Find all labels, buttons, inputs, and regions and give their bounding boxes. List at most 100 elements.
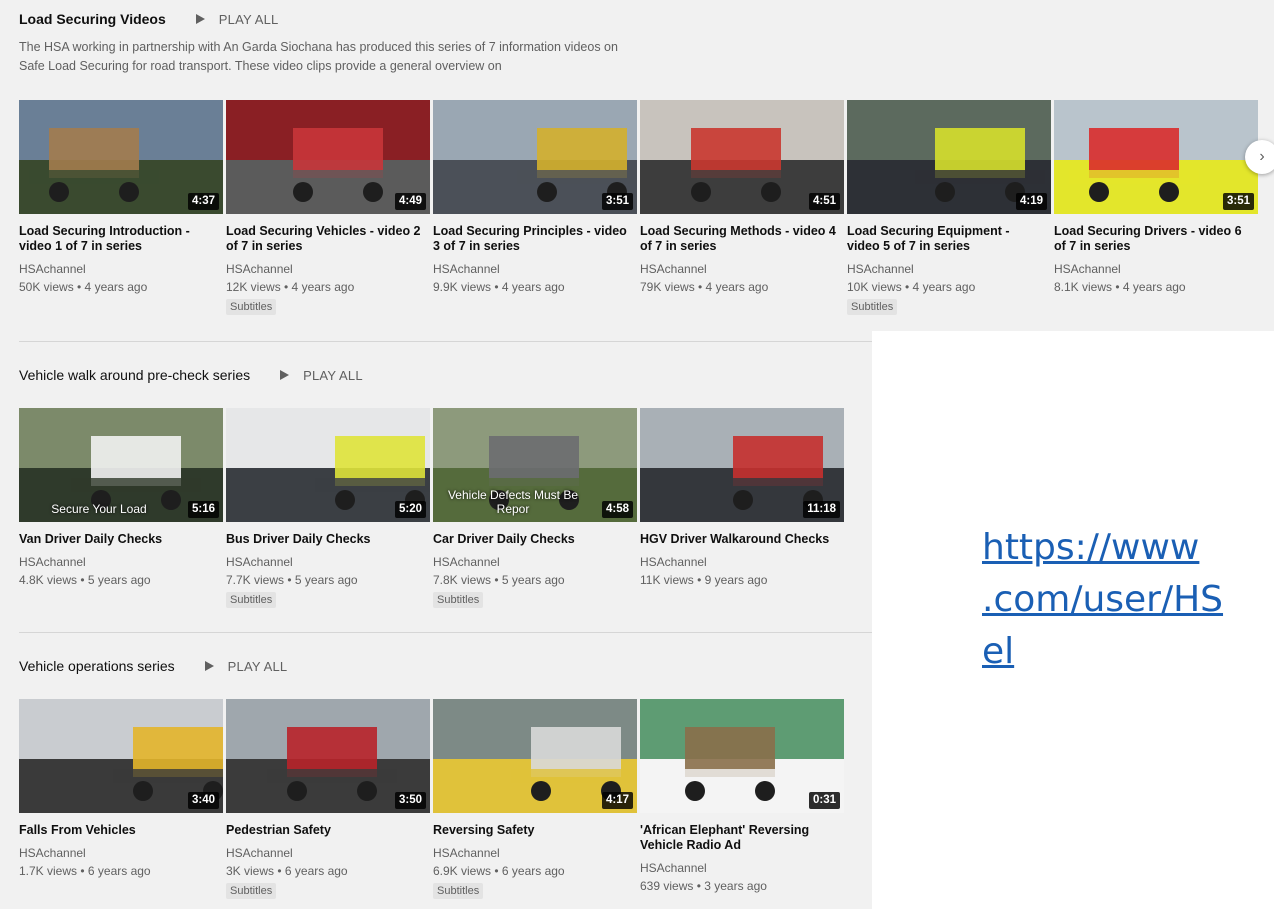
- duration-badge: 4:49: [394, 193, 426, 210]
- video-title[interactable]: Van Driver Daily Checks: [19, 532, 215, 547]
- video-card[interactable]: 0:31 'African Elephant' Reversing Vehicle…: [640, 699, 844, 899]
- video-meta: 8.1K views • 4 years ago: [1054, 280, 1186, 294]
- video-card[interactable]: 3:51 Load Securing Principles - video 3 o…: [433, 100, 637, 315]
- video-row-walk-around: Secure Your Load 5:16 Van Driver Daily Che…: [19, 408, 847, 608]
- section-walk-around: Vehicle walk around pre-check series PLA…: [19, 366, 363, 384]
- section-title[interactable]: Vehicle walk around pre-check series: [19, 367, 250, 383]
- video-thumbnail[interactable]: 11:18: [640, 408, 844, 522]
- video-thumbnail[interactable]: 4:51: [640, 100, 844, 214]
- video-title[interactable]: Pedestrian Safety: [226, 823, 422, 838]
- next-arrow-button[interactable]: ›: [1245, 140, 1274, 174]
- play-icon: [204, 661, 214, 671]
- video-title[interactable]: Car Driver Daily Checks: [433, 532, 629, 547]
- video-title[interactable]: Load Securing Equipment - video 5 of 7 i…: [847, 224, 1043, 254]
- thumbnail-overlay-text: Secure Your Load: [51, 502, 147, 516]
- video-card[interactable]: 4:17 Reversing Safety HSAchannel 6.9K views…: [433, 699, 637, 899]
- video-card[interactable]: 3:40 Falls From Vehicles HSAchannel 1.7K vi…: [19, 699, 223, 899]
- channel-name[interactable]: HSAchannel: [226, 846, 430, 860]
- section-header: Vehicle operations series PLAY ALL: [19, 657, 287, 675]
- channel-name[interactable]: HSAchannel: [640, 861, 844, 875]
- video-meta: 7.7K views • 5 years ago: [226, 573, 358, 587]
- video-title[interactable]: 'African Elephant' Reversing Vehicle Rad…: [640, 823, 836, 853]
- play-all-button[interactable]: PLAY ALL: [195, 11, 279, 27]
- video-card[interactable]: 4:51 Load Securing Methods - video 4 of 7…: [640, 100, 844, 315]
- video-thumbnail[interactable]: 5:20: [226, 408, 430, 522]
- video-meta: 11K views • 9 years ago: [640, 573, 768, 587]
- duration-badge: 3:51: [1222, 193, 1254, 210]
- channel-name[interactable]: HSAchannel: [433, 262, 637, 276]
- video-thumbnail[interactable]: 3:51: [433, 100, 637, 214]
- duration-badge: 5:16: [187, 501, 219, 518]
- play-all-label: PLAY ALL: [218, 11, 279, 27]
- divider: [19, 341, 872, 342]
- channel-name[interactable]: HSAchannel: [19, 555, 223, 569]
- video-thumbnail[interactable]: 4:37: [19, 100, 223, 214]
- channel-name[interactable]: HSAchannel: [640, 262, 844, 276]
- play-all-button[interactable]: PLAY ALL: [204, 659, 288, 674]
- duration-badge: 3:51: [601, 193, 633, 210]
- video-card[interactable]: 5:20 Bus Driver Daily Checks HSAchannel 7.7…: [226, 408, 430, 608]
- video-card[interactable]: 4:49 Load Securing Vehicles - video 2 of …: [226, 100, 430, 315]
- channel-name[interactable]: HSAchannel: [19, 846, 223, 860]
- section-title[interactable]: Load Securing Videos: [19, 11, 166, 27]
- video-thumbnail[interactable]: 4:49: [226, 100, 430, 214]
- subtitles-badge: Subtitles: [433, 883, 484, 899]
- channel-name[interactable]: HSAchannel: [433, 555, 637, 569]
- duration-badge: 4:37: [187, 193, 219, 210]
- video-title[interactable]: Reversing Safety: [433, 823, 629, 838]
- section-vehicle-operations: Vehicle operations series PLAY ALL: [19, 657, 287, 675]
- video-card[interactable]: 3:51 Load Securing Drivers - video 6 of 7…: [1054, 100, 1258, 315]
- channel-name[interactable]: HSAchannel: [433, 846, 637, 860]
- play-icon: [280, 370, 290, 380]
- video-card[interactable]: Secure Your Load 5:16 Van Driver Daily Che…: [19, 408, 223, 608]
- video-card[interactable]: Vehicle Defects Must Be Repor 4:58 Car Dri…: [433, 408, 637, 608]
- video-thumbnail[interactable]: Secure Your Load 5:16: [19, 408, 223, 522]
- video-thumbnail[interactable]: 3:50: [226, 699, 430, 813]
- channel-name[interactable]: HSAchannel: [19, 262, 223, 276]
- channel-name[interactable]: HSAchannel: [640, 555, 844, 569]
- section-description: The HSA working in partnership with An G…: [19, 40, 618, 73]
- subtitles-badge: Subtitles: [433, 592, 484, 608]
- video-title[interactable]: HGV Driver Walkaround Checks: [640, 532, 836, 547]
- video-meta: 639 views • 3 years ago: [640, 879, 767, 893]
- video-meta: 79K views • 4 years ago: [640, 280, 769, 294]
- video-thumbnail[interactable]: 4:19: [847, 100, 1051, 214]
- subtitles-badge: Subtitles: [226, 592, 277, 608]
- duration-badge: 0:31: [808, 792, 840, 809]
- video-title[interactable]: Falls From Vehicles: [19, 823, 215, 838]
- duration-badge: 4:19: [1015, 193, 1047, 210]
- channel-link[interactable]: https://www .com/user/HS el: [982, 522, 1274, 678]
- video-title[interactable]: Load Securing Introduction - video 1 of …: [19, 224, 215, 254]
- play-all-button[interactable]: PLAY ALL: [280, 368, 363, 383]
- video-thumbnail[interactable]: Vehicle Defects Must Be Repor 4:58: [433, 408, 637, 522]
- video-meta: 50K views • 4 years ago: [19, 280, 148, 294]
- video-title[interactable]: Load Securing Vehicles - video 2 of 7 in…: [226, 224, 422, 254]
- channel-name[interactable]: HSAchannel: [847, 262, 1051, 276]
- video-title[interactable]: Load Securing Principles - video 3 of 7 …: [433, 224, 629, 254]
- video-thumbnail[interactable]: 3:40: [19, 699, 223, 813]
- video-title[interactable]: Load Securing Methods - video 4 of 7 in …: [640, 224, 836, 254]
- channel-name[interactable]: HSAchannel: [226, 555, 430, 569]
- link-line: https://www: [982, 527, 1200, 568]
- section-title[interactable]: Vehicle operations series: [19, 658, 175, 674]
- channel-name[interactable]: HSAchannel: [1054, 262, 1258, 276]
- duration-badge: 4:51: [808, 193, 840, 210]
- video-card[interactable]: 11:18 HGV Driver Walkaround Checks HSAchan…: [640, 408, 844, 608]
- video-title[interactable]: Load Securing Drivers - video 6 of 7 in …: [1054, 224, 1250, 254]
- video-title[interactable]: Bus Driver Daily Checks: [226, 532, 422, 547]
- video-row-vehicle-operations: 3:40 Falls From Vehicles HSAchannel 1.7K vi…: [19, 699, 847, 899]
- video-thumbnail[interactable]: 4:17: [433, 699, 637, 813]
- subtitles-badge: Subtitles: [847, 299, 898, 315]
- video-meta: 6.9K views • 6 years ago: [433, 864, 565, 878]
- video-thumbnail[interactable]: 3:51: [1054, 100, 1258, 214]
- video-meta: 12K views • 4 years ago: [226, 280, 355, 294]
- video-thumbnail[interactable]: 0:31: [640, 699, 844, 813]
- duration-badge: 11:18: [803, 501, 840, 518]
- section-header: Load Securing Videos PLAY ALL: [19, 10, 619, 28]
- video-card[interactable]: 4:19 Load Securing Equipment - video 5 of…: [847, 100, 1051, 315]
- video-meta: 3K views • 6 years ago: [226, 864, 348, 878]
- video-card[interactable]: 4:37 Load Securing Introduction - video 1…: [19, 100, 223, 315]
- channel-name[interactable]: HSAchannel: [226, 262, 430, 276]
- section-header: Vehicle walk around pre-check series PLA…: [19, 366, 363, 384]
- video-card[interactable]: 3:50 Pedestrian Safety HSAchannel 3K views …: [226, 699, 430, 899]
